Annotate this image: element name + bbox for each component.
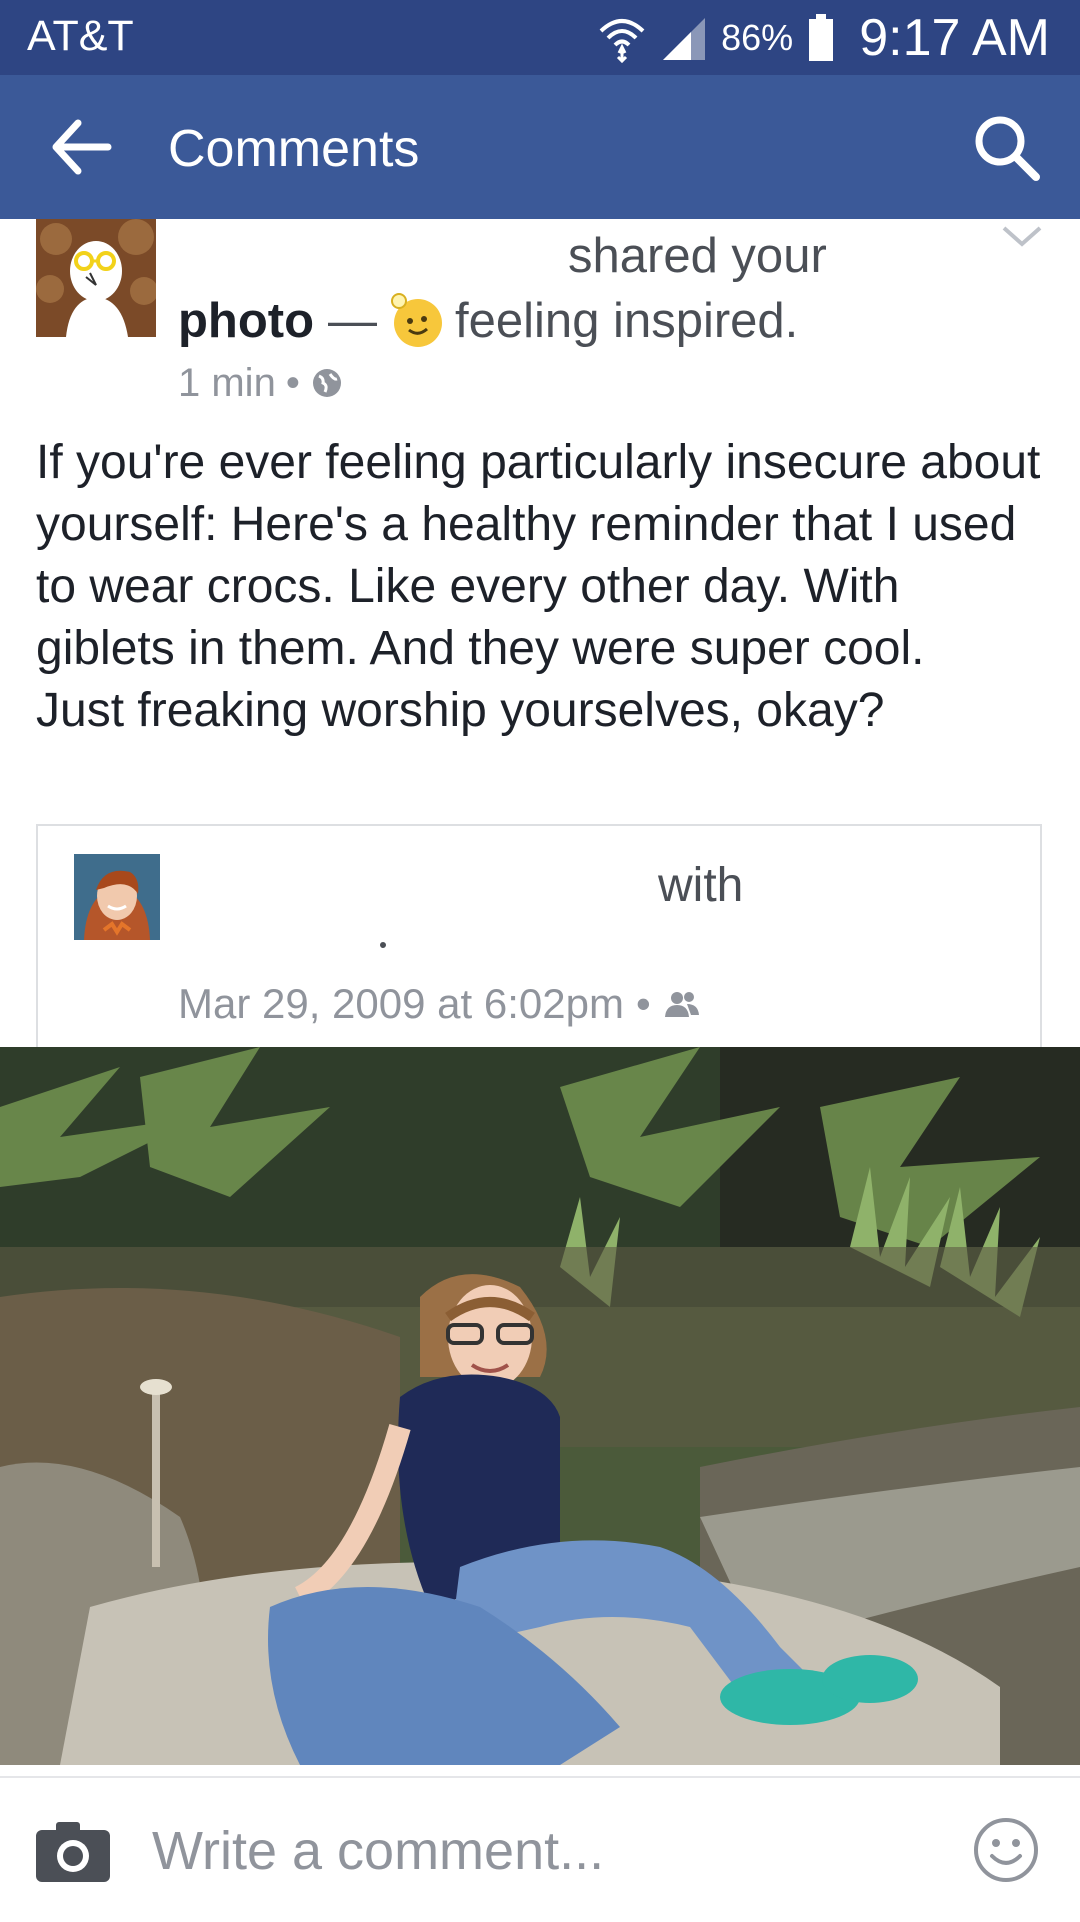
globe-icon xyxy=(312,369,341,397)
post-text: If you're ever feeling particularly inse… xyxy=(36,436,1041,737)
card-avatar[interactable] xyxy=(74,854,160,940)
signal-icon xyxy=(663,18,706,60)
card-meta-separator: • xyxy=(635,980,651,1027)
avatar[interactable] xyxy=(36,219,156,337)
chevron-down-icon[interactable] xyxy=(1000,224,1044,248)
battery-percent: 86% xyxy=(721,17,794,58)
card-dot xyxy=(380,942,386,948)
comment-input[interactable] xyxy=(150,1802,954,1900)
dash-separator: — xyxy=(328,294,378,348)
card-with-text: with xyxy=(658,859,744,912)
comment-composer xyxy=(0,1776,1080,1922)
search-icon[interactable] xyxy=(970,111,1042,183)
shared-text: shared your xyxy=(568,229,827,283)
feeling-text: feeling inspired. xyxy=(455,294,799,348)
friends-icon xyxy=(664,992,699,1017)
post-time[interactable]: 1 min xyxy=(178,361,276,406)
app-bar: Comments xyxy=(0,75,1080,219)
photo-link[interactable]: photo xyxy=(178,293,314,349)
shared-photo[interactable] xyxy=(0,1047,1080,1765)
meta-separator: • xyxy=(285,360,300,405)
page-title: Comments xyxy=(168,120,420,178)
post-meta: 1 min • xyxy=(178,358,344,408)
wifi-icon xyxy=(599,19,645,63)
carrier-label: AT&T xyxy=(27,12,134,60)
camera-icon[interactable] xyxy=(34,1818,112,1884)
status-bar: AT&T 86% 9:17 AM xyxy=(0,0,1080,75)
post-activity-line: photo — feeling inspired. xyxy=(178,290,798,352)
inspired-emoji-icon xyxy=(391,293,443,347)
card-meta: Mar 29, 2009 at 6:02pm • xyxy=(178,976,701,1032)
smiley-icon[interactable] xyxy=(972,1816,1040,1884)
status-icons: 86% 9:17 AM xyxy=(597,8,1050,68)
clock: 9:17 AM xyxy=(859,9,1050,67)
battery-icon xyxy=(809,14,834,61)
card-date[interactable]: Mar 29, 2009 at 6:02pm xyxy=(178,980,624,1028)
arrow-left-icon[interactable] xyxy=(48,117,114,177)
